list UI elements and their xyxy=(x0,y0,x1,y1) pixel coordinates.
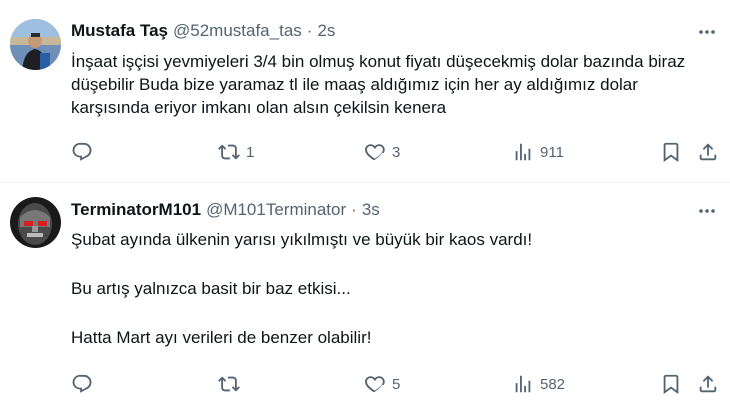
timestamp[interactable]: 3s xyxy=(362,200,380,220)
separator: · xyxy=(351,200,357,219)
author-handle[interactable]: @52mustafa_tas xyxy=(173,21,302,41)
separator: · xyxy=(306,21,313,40)
like-count: 5 xyxy=(392,375,401,393)
views-icon xyxy=(515,375,531,393)
share-button[interactable] xyxy=(697,371,719,397)
view-count: 911 xyxy=(540,143,564,161)
like-button[interactable]: 5 xyxy=(364,371,400,397)
bookmark-icon xyxy=(663,374,679,395)
retweet-button[interactable]: 1 xyxy=(218,139,254,165)
like-button[interactable]: 3 xyxy=(364,139,400,165)
bookmark-button[interactable] xyxy=(660,139,682,165)
reply-icon xyxy=(72,142,92,161)
tweet-header: TerminatorM101 @M101Terminator · 3s xyxy=(71,199,380,221)
views-button[interactable]: 911 xyxy=(512,139,564,165)
timestamp[interactable]: 2s xyxy=(317,21,335,41)
view-count: 582 xyxy=(540,375,566,393)
views-button[interactable]: 582 xyxy=(512,371,565,397)
tweet-header: Mustafa Taş @52mustafa_tas · 2s xyxy=(71,20,335,42)
heart-icon xyxy=(365,376,385,393)
share-icon xyxy=(699,143,717,161)
author-name[interactable]: Mustafa Taş xyxy=(71,21,168,41)
retweet-count: 1 xyxy=(246,143,255,161)
reply-button[interactable] xyxy=(71,371,99,397)
share-button[interactable] xyxy=(697,139,719,165)
more-button[interactable] xyxy=(696,21,718,43)
more-button[interactable] xyxy=(696,200,718,222)
tweet-text-line: Bu artış yalnızca basit bir baz etkisi..… xyxy=(71,279,351,298)
author-handle[interactable]: @M101Terminator xyxy=(206,200,346,220)
heart-icon xyxy=(365,144,385,161)
tweet-actions: 1 3 911 xyxy=(0,139,730,165)
reply-button[interactable] xyxy=(71,139,99,165)
tweet-actions: 5 582 xyxy=(0,371,730,397)
avatar[interactable] xyxy=(10,19,61,70)
retweet-button[interactable] xyxy=(218,371,246,397)
tweet-text-line: Hatta Mart ayı verileri de benzer olabil… xyxy=(71,328,372,347)
retweet-icon xyxy=(218,144,240,160)
avatar[interactable] xyxy=(10,197,61,248)
reply-icon xyxy=(72,374,92,393)
more-dots-icon xyxy=(699,209,715,213)
bookmark-icon xyxy=(663,142,679,163)
bookmark-button[interactable] xyxy=(660,371,682,397)
more-dots-icon xyxy=(699,30,715,34)
like-count: 3 xyxy=(392,143,401,161)
views-icon xyxy=(515,143,531,161)
tweet-text: İnşaat işçisi yevmiyeleri 3/4 bin olmuş … xyxy=(71,52,686,117)
author-name[interactable]: TerminatorM101 xyxy=(71,200,201,220)
tweet-text-line: Şubat ayında ülkenin yarısı yıkılmıştı v… xyxy=(71,230,533,249)
retweet-icon xyxy=(218,376,240,392)
share-icon xyxy=(699,375,717,393)
